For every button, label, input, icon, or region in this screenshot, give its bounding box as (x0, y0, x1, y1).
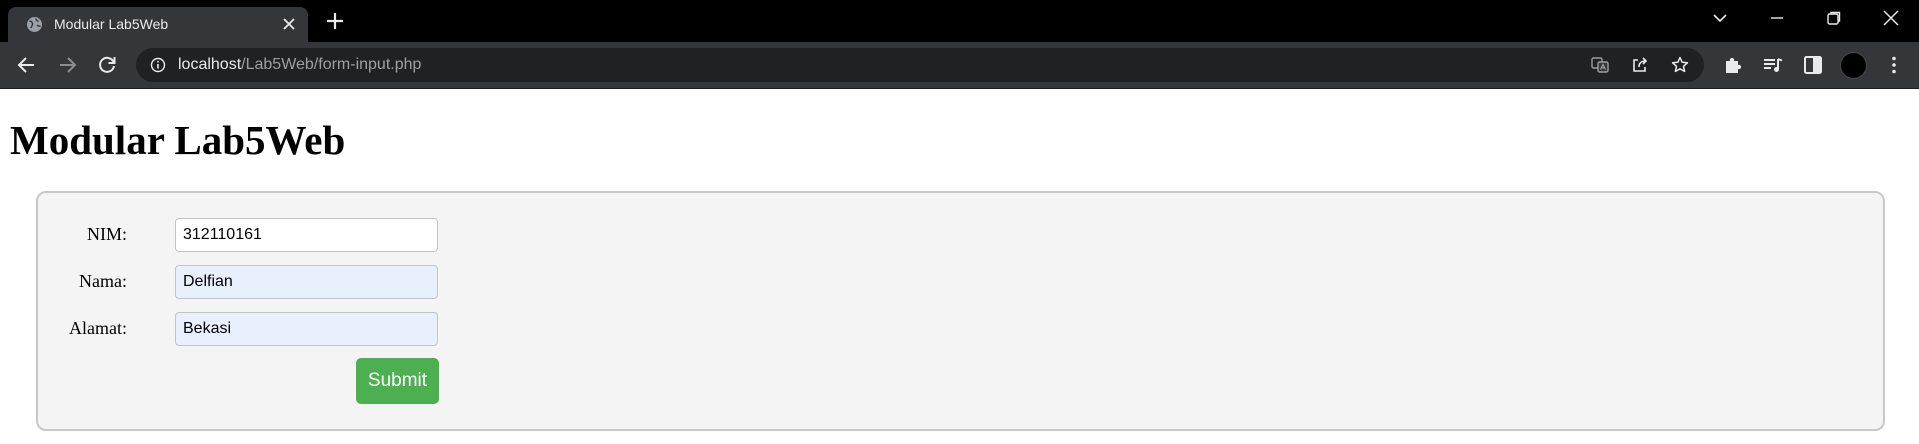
nama-input[interactable] (175, 265, 438, 299)
restore-icon[interactable] (1824, 8, 1844, 28)
url-host: localhost (178, 56, 242, 73)
plus-icon[interactable] (325, 11, 345, 31)
reload-icon[interactable] (96, 54, 118, 76)
alamat-input[interactable] (175, 312, 438, 346)
puzzle-icon[interactable] (1722, 54, 1744, 76)
page-title: Modular Lab5Web (10, 117, 346, 163)
input-form: NIM: Nama: Alamat: Submit (36, 191, 1885, 431)
translate-icon[interactable] (1590, 55, 1610, 75)
alamat-label: Alamat: (69, 318, 127, 338)
share-icon[interactable] (1630, 55, 1650, 75)
chevron-down-icon[interactable] (1710, 8, 1730, 28)
browser-tab[interactable]: Modular Lab5Web (8, 7, 308, 42)
info-icon[interactable] (150, 57, 166, 73)
close-window-icon[interactable] (1881, 8, 1901, 28)
tab-strip: Modular Lab5Web (0, 0, 1919, 42)
side-panel-icon[interactable] (1802, 54, 1824, 76)
nim-label: NIM: (87, 224, 127, 244)
tab-title: Modular Lab5Web (54, 16, 169, 32)
star-icon[interactable] (1670, 55, 1690, 75)
close-icon[interactable] (282, 17, 296, 31)
browser-toolbar: localhost/Lab5Web/form-input.php (0, 42, 1919, 89)
kebab-icon[interactable] (1883, 54, 1905, 76)
arrow-left-icon[interactable] (16, 54, 38, 76)
nim-input[interactable] (175, 218, 438, 252)
url-text[interactable]: localhost/Lab5Web/form-input.php (178, 56, 421, 74)
arrow-right-icon[interactable] (56, 54, 78, 76)
playlist-icon[interactable] (1762, 54, 1784, 76)
globe-icon (27, 17, 42, 32)
address-bar[interactable]: localhost/Lab5Web/form-input.php (136, 48, 1704, 82)
url-path: /Lab5Web/form-input.php (241, 56, 422, 73)
nama-label: Nama: (79, 271, 127, 291)
avatar[interactable] (1840, 52, 1867, 79)
submit-button[interactable]: Submit (356, 358, 439, 404)
minimize-icon[interactable] (1767, 8, 1787, 28)
